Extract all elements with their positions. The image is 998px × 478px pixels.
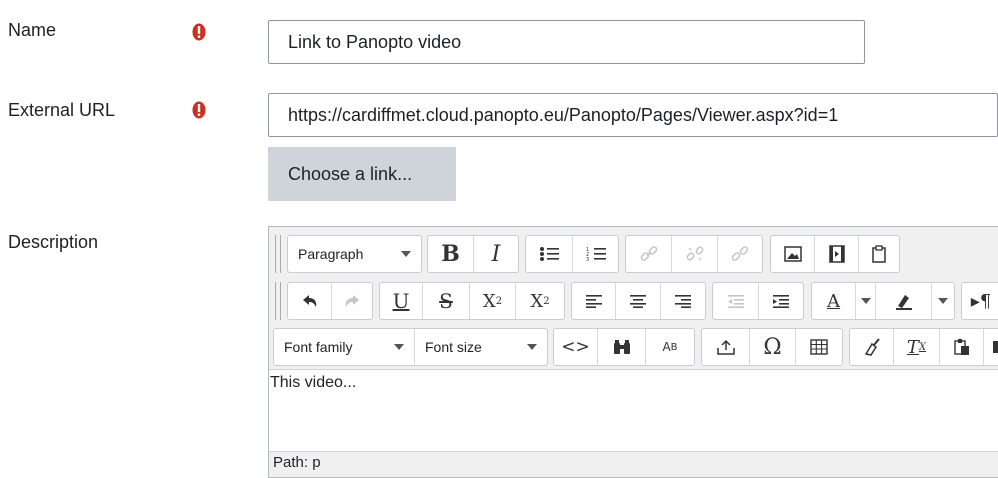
numbered-list-icon[interactable]: 123 — [573, 236, 618, 272]
superscript-icon[interactable]: X2 — [516, 283, 564, 319]
unlink-icon[interactable] — [672, 236, 718, 272]
svg-text:3: 3 — [586, 257, 589, 262]
bullet-list-icon[interactable] — [526, 236, 573, 272]
font-family-select[interactable]: Font family — [274, 329, 415, 365]
table-icon[interactable] — [796, 329, 842, 365]
italic-icon[interactable]: I — [474, 236, 518, 272]
name-input[interactable]: Link to Panopto video — [268, 20, 865, 64]
external-url-input[interactable]: https://cardiffmet.cloud.panopto.eu/Pano… — [268, 93, 998, 137]
toolbar-grip — [275, 282, 281, 320]
link-icon[interactable] — [626, 236, 672, 272]
find-replace-icon[interactable] — [598, 329, 646, 365]
align-right-icon[interactable] — [661, 283, 705, 319]
outdent-icon[interactable] — [713, 283, 759, 319]
background-color-dropdown[interactable] — [932, 283, 954, 319]
redo-icon[interactable] — [332, 283, 372, 319]
required-icon — [192, 22, 206, 42]
paste-icon[interactable] — [859, 236, 899, 272]
change-case-icon[interactable]: AB — [646, 329, 694, 365]
description-label: Description — [8, 232, 99, 252]
anchor-link-icon[interactable] — [718, 236, 762, 272]
editor-content[interactable]: This video... — [269, 370, 356, 392]
clear-formatting-icon[interactable] — [850, 329, 894, 365]
font-size-select[interactable]: Font size — [415, 329, 547, 365]
image-icon[interactable] — [771, 236, 815, 272]
font-size-label: Font size — [425, 339, 482, 355]
special-character-icon[interactable]: Ω — [750, 329, 796, 365]
remove-format-icon[interactable]: TX — [894, 329, 940, 365]
caret-down-icon — [394, 344, 404, 350]
toolbar-grip — [275, 235, 281, 273]
choose-link-button[interactable]: Choose a link... — [268, 147, 456, 201]
subscript-icon[interactable]: X2 — [470, 283, 516, 319]
rich-text-editor: Paragraph B I 123 U S X 2 X 2 A ▸¶ Font … — [268, 226, 998, 478]
bold-icon[interactable]: B — [428, 236, 474, 272]
undo-icon[interactable] — [288, 283, 332, 319]
paste-text-icon[interactable] — [940, 329, 984, 365]
external-url-label: External URL — [8, 100, 116, 120]
paragraph-direction-icon[interactable]: ▸¶ — [962, 283, 998, 319]
background-color-icon[interactable] — [876, 283, 932, 319]
strikethrough-icon[interactable]: S — [423, 283, 470, 319]
media-icon[interactable] — [815, 236, 859, 272]
align-center-icon[interactable] — [616, 283, 661, 319]
editor-toolbar: Paragraph B I 123 U S X 2 X 2 A ▸¶ Font … — [269, 227, 998, 370]
caret-down-icon — [938, 298, 948, 304]
text-color-dropdown[interactable] — [856, 283, 876, 319]
underline-icon[interactable]: U — [380, 283, 423, 319]
required-icon — [192, 100, 206, 120]
indent-icon[interactable] — [759, 283, 803, 319]
caret-down-icon — [527, 344, 537, 350]
code-icon[interactable]: <> — [554, 329, 598, 365]
align-left-icon[interactable] — [572, 283, 616, 319]
more-tools-icon[interactable] — [984, 329, 998, 365]
paragraph-select[interactable]: Paragraph — [288, 236, 421, 272]
insert-icon[interactable] — [702, 329, 750, 365]
caret-down-icon — [401, 251, 411, 257]
name-label: Name — [8, 20, 57, 40]
text-color-icon[interactable]: A — [812, 283, 856, 319]
paragraph-select-label: Paragraph — [298, 246, 364, 262]
font-family-label: Font family — [284, 339, 353, 355]
caret-down-icon — [860, 298, 871, 304]
